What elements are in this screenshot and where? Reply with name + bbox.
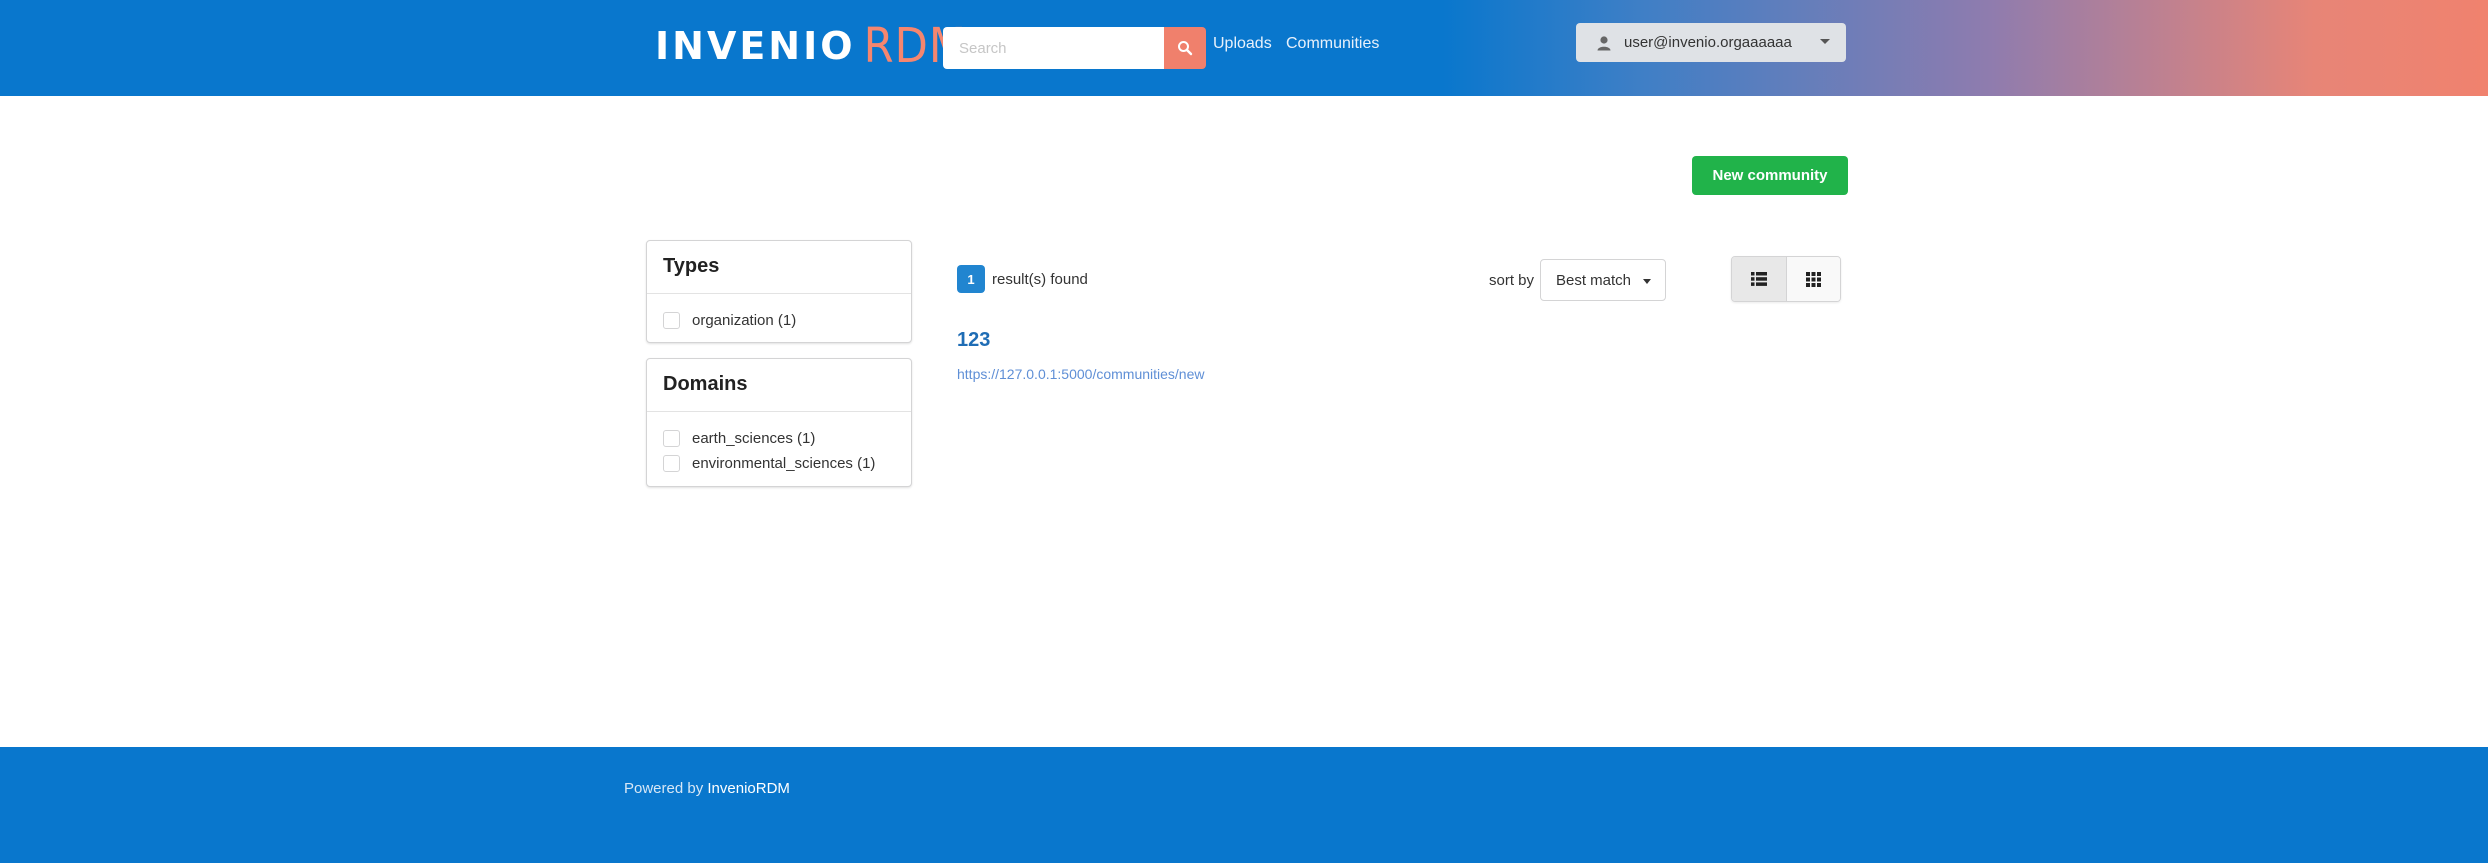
facet-item-label: organization (1): [692, 312, 797, 329]
sort-select[interactable]: Best match: [1540, 259, 1666, 301]
facet-item-label: environmental_sciences (1): [692, 455, 876, 472]
result-item-title[interactable]: 123: [957, 329, 990, 352]
chevron-down-icon: [1643, 279, 1651, 284]
search-input[interactable]: [943, 27, 1164, 69]
result-count-label: result(s) found: [992, 271, 1088, 288]
search-icon: [1178, 41, 1193, 56]
types-facet-title: Types: [647, 241, 911, 294]
earth-sciences-checkbox[interactable]: [663, 430, 680, 447]
result-item-url[interactable]: https://127.0.0.1:5000/communities/new: [957, 366, 1204, 382]
grid-view-icon: [1805, 271, 1821, 287]
list-view-icon: [1750, 272, 1767, 286]
new-community-button[interactable]: New community: [1692, 156, 1848, 195]
list-view-button[interactable]: [1732, 257, 1787, 301]
user-account-dropdown[interactable]: user@invenio.orgaaaaaa: [1576, 23, 1846, 62]
environmental-sciences-checkbox[interactable]: [663, 455, 680, 472]
nav-communities-link[interactable]: Communities: [1286, 35, 1379, 53]
facet-item-environmental-sciences[interactable]: environmental_sciences (1): [663, 451, 895, 476]
facet-item-organization[interactable]: organization (1): [663, 308, 895, 333]
chevron-down-icon: [1820, 39, 1830, 44]
sort-by-label: sort by: [1489, 272, 1535, 289]
logo-invenio-text: INVENIO: [655, 24, 856, 68]
view-toggle-group: [1731, 256, 1841, 302]
user-email: user@invenio.orgaaaaaa: [1624, 34, 1792, 51]
footer-powered-by: Powered by InvenioRDM: [624, 780, 790, 797]
facet-item-label: earth_sciences (1): [692, 430, 816, 447]
types-facet: Types organization (1): [646, 240, 912, 343]
page-footer: Powered by InvenioRDM: [0, 747, 2488, 863]
result-count-badge: 1: [957, 265, 985, 293]
top-header: INVENIO RDM Uploads Communities user@inv…: [0, 0, 2488, 96]
grid-view-button[interactable]: [1786, 257, 1840, 301]
nav-uploads-link[interactable]: Uploads: [1213, 35, 1272, 53]
facet-item-earth-sciences[interactable]: earth_sciences (1): [663, 426, 895, 451]
sort-selected-value: Best match: [1556, 271, 1632, 289]
invenio-rdm-logo[interactable]: INVENIO RDM: [655, 18, 967, 74]
footer-prefix: Powered by: [624, 780, 704, 797]
user-icon: [1597, 35, 1611, 50]
domains-facet-title: Domains: [647, 359, 911, 412]
domains-facet: Domains earth_sciences (1) environmental…: [646, 358, 912, 487]
organization-checkbox[interactable]: [663, 312, 680, 329]
footer-invenio-rdm-link[interactable]: InvenioRDM: [707, 780, 790, 797]
search-button[interactable]: [1164, 27, 1206, 69]
